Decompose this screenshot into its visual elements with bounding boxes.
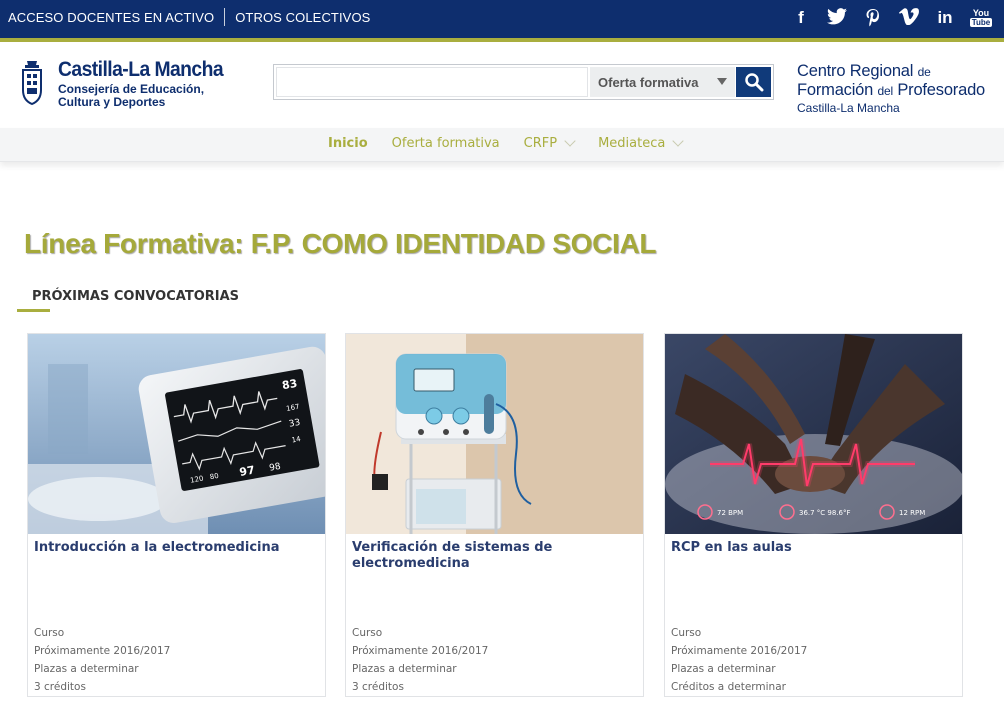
course-title[interactable]: Introducción a la electromedicina: [34, 540, 314, 556]
course-places: Plazas a determinar: [352, 663, 457, 675]
course-type: Curso: [671, 627, 702, 639]
course-title[interactable]: RCP en las aulas: [671, 540, 951, 556]
course-credits: 3 créditos: [34, 681, 86, 693]
course-places: Plazas a determinar: [34, 663, 139, 675]
monitor-reading: 98: [269, 462, 282, 474]
brand-block[interactable]: Castilla-La Mancha Consejería de Educaci…: [58, 58, 237, 109]
course-type: Curso: [34, 627, 65, 639]
main-nav: Inicio Oferta formativa CRFP Mediateca: [0, 128, 1004, 162]
search-icon: [744, 73, 763, 92]
course-card[interactable]: Verificación de sistemas de electromedic…: [345, 333, 644, 697]
search-category-value: Oferta formativa: [598, 74, 699, 90]
monitor-reading: 33: [288, 418, 301, 430]
course-meta: Curso Próximamente 2016/2017 Plazas a de…: [671, 624, 807, 696]
youtube-icon-text-tube: Tube: [970, 18, 992, 27]
search-button[interactable]: [736, 67, 771, 97]
link-otros-colectivos[interactable]: OTROS COLECTIVOS: [235, 10, 370, 25]
course-credits: 3 créditos: [352, 681, 404, 693]
monitor-reading: 80: [209, 472, 219, 481]
facebook-icon[interactable]: f: [790, 8, 812, 28]
overlay-rpm: 12 RPM: [899, 509, 925, 517]
nav-item-label: Inicio: [328, 136, 368, 151]
vimeo-icon[interactable]: [898, 8, 920, 28]
nav-item-label: CRFP: [523, 136, 558, 151]
course-date: Próximamente 2016/2017: [671, 645, 808, 657]
monitor-reading: 97: [238, 463, 255, 478]
crfp-line-2: Formación del Profesorado: [797, 81, 985, 100]
nav-item-label: Mediateca: [598, 136, 666, 151]
page-title: Línea Formativa: F.P. COMO IDENTIDAD SOC…: [24, 228, 657, 259]
course-type: Curso: [352, 627, 383, 639]
caret-down-icon: [717, 78, 727, 85]
electrotherapy-device-image[interactable]: [346, 334, 643, 534]
brand-subtitle-2: Cultura y Deportes: [58, 95, 166, 109]
chevron-down-icon: [672, 135, 685, 147]
course-date: Próximamente 2016/2017: [34, 645, 171, 657]
overlay-bpm: 72 BPM: [717, 509, 743, 517]
crfp-logo[interactable]: Centro Regional de Formación del Profeso…: [797, 62, 985, 115]
course-card[interactable]: 83 167 33 14 120 80 97 98 Introducción a…: [27, 333, 326, 697]
top-bar: ACCESO DOCENTES EN ACTIVO OTROS COLECTIV…: [0, 0, 1004, 38]
section-underline: [17, 309, 50, 312]
cpr-image[interactable]: 72 BPM 36.7 °C 98.6°F 12 RPM: [665, 334, 962, 534]
youtube-icon-text-you: You: [972, 8, 990, 18]
crfp-line2-small: del: [877, 84, 894, 98]
course-title[interactable]: Verificación de sistemas de electromedic…: [352, 540, 632, 572]
crfp-line2-main: Formación: [797, 81, 874, 99]
youtube-icon[interactable]: You Tube: [970, 8, 992, 28]
linkedin-icon[interactable]: in: [934, 8, 956, 28]
crfp-line-3: Castilla-La Mancha: [797, 101, 900, 115]
course-card[interactable]: 72 BPM 36.7 °C 98.6°F 12 RPM RCP en las …: [664, 333, 963, 697]
nav-item-oferta-formativa[interactable]: Oferta formativa: [392, 136, 500, 151]
coat-of-arms-icon[interactable]: [20, 59, 44, 109]
crfp-line1-small: de: [917, 65, 931, 79]
search-category-select[interactable]: Oferta formativa: [590, 67, 735, 97]
nav-item-label: Oferta formativa: [391, 136, 500, 151]
crfp-line2-end: Profesorado: [897, 81, 986, 99]
nav-item-inicio[interactable]: Inicio: [328, 136, 368, 151]
nav-list: Inicio Oferta formativa CRFP Mediateca: [328, 135, 706, 151]
search-bar: Oferta formativa: [273, 64, 774, 100]
chevron-down-icon: [564, 135, 576, 147]
medical-monitor-image[interactable]: 83 167 33 14 120 80 97 98: [28, 334, 325, 534]
link-acceso-docentes[interactable]: ACCESO DOCENTES EN ACTIVO: [8, 10, 214, 25]
site-header: Castilla-La Mancha Consejería de Educaci…: [0, 42, 1004, 128]
brand-name: Castilla-La Mancha: [58, 58, 224, 81]
twitter-icon[interactable]: [826, 8, 848, 28]
overlay-temperature: 36.7 °C 98.6°F: [799, 509, 851, 517]
section-title: PRÓXIMAS CONVOCATORIAS: [32, 289, 240, 304]
top-links: ACCESO DOCENTES EN ACTIVO OTROS COLECTIV…: [8, 8, 370, 26]
course-date: Próximamente 2016/2017: [352, 645, 489, 657]
social-links: f in You Tube: [790, 8, 992, 28]
course-meta: Curso Próximamente 2016/2017 Plazas a de…: [352, 624, 488, 696]
course-credits: Créditos a determinar: [671, 681, 786, 693]
course-meta: Curso Próximamente 2016/2017 Plazas a de…: [34, 624, 170, 696]
monitor-reading: 83: [281, 377, 298, 392]
crfp-line-1: Centro Regional de: [797, 62, 985, 81]
course-places: Plazas a determinar: [671, 663, 776, 675]
nav-item-mediateca[interactable]: Mediateca: [598, 135, 685, 151]
pinterest-icon[interactable]: [862, 8, 884, 28]
search-input[interactable]: [276, 67, 588, 97]
divider: [224, 8, 226, 26]
nav-item-crfp[interactable]: CRFP: [523, 135, 576, 151]
crfp-line1-main: Centro Regional: [797, 62, 914, 80]
